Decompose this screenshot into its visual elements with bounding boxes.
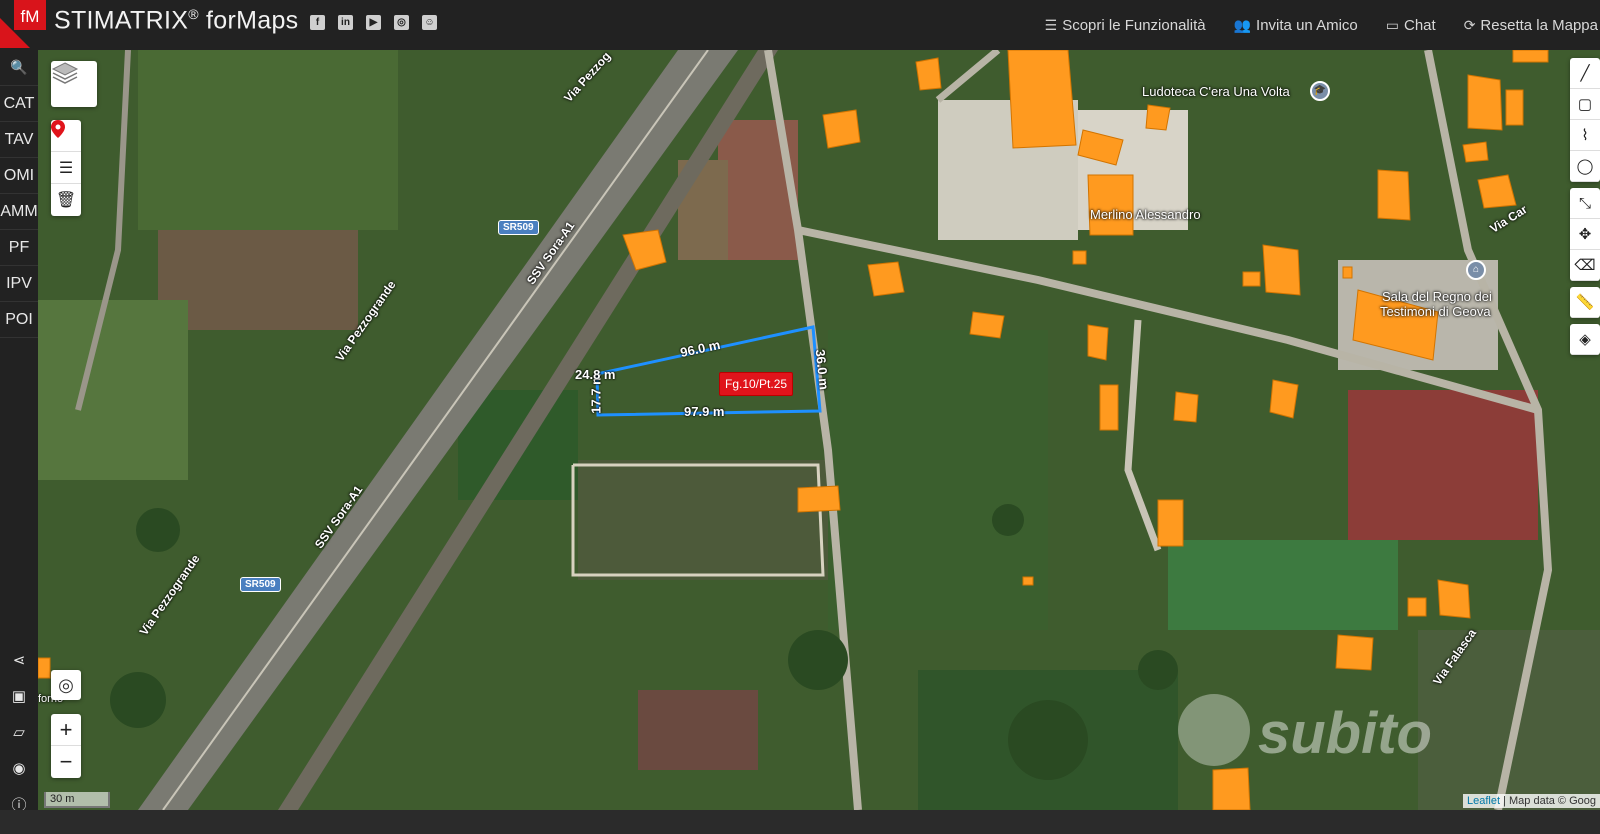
paint-bucket-icon[interactable]: ◈ — [1570, 324, 1600, 355]
draw-polyline-icon[interactable]: ⌇ — [1570, 120, 1600, 151]
reset-map-link[interactable]: ⟳ Resetta la Mappa — [1464, 17, 1598, 34]
reset-label: Resetta la Mappa — [1480, 16, 1598, 34]
sidebar-item-amm[interactable]: AMM — [0, 194, 38, 230]
facebook-icon[interactable]: f — [310, 15, 325, 30]
trash-icon: 🗑 — [55, 192, 77, 209]
zoom-in-button[interactable]: + — [51, 714, 81, 746]
invite-label: Invita un Amico — [1256, 16, 1358, 34]
attribution-text: | Map data © Goog — [1500, 795, 1596, 807]
subito-watermark-icon — [1178, 694, 1250, 766]
place-label-ludoteca: Ludoteca C'era Una Volta — [1142, 84, 1290, 99]
draw-toolbar: ╱ ▢ ⌇ ◯ ⤡ ✥ ⌫ 📏 ◈ — [1570, 58, 1600, 361]
dimension-bottom: 97.9 m — [684, 404, 725, 419]
worship-poi-icon[interactable]: ⌂ — [1466, 260, 1486, 280]
zoom-out-button[interactable]: − — [51, 746, 81, 778]
zoom-control: + − — [51, 714, 81, 778]
folder-icon[interactable]: ▱ — [0, 714, 38, 750]
draw-circle-icon[interactable]: ◯ — [1570, 151, 1600, 182]
ruler-icon[interactable]: 📏 — [1570, 287, 1600, 318]
search-icon[interactable]: 🔍 — [0, 50, 38, 86]
place-label-regno-1: Sala del Regno dei — [1382, 289, 1492, 304]
settings-icon[interactable]: ☺ — [422, 15, 437, 30]
place-label-regno-2: Testimoni di Geova — [1380, 304, 1491, 319]
draw-rectangle-icon[interactable]: ▢ — [1570, 89, 1600, 120]
brand-reg: ® — [188, 6, 199, 22]
linkedin-icon[interactable]: in — [338, 15, 353, 30]
road-shield-sr509-2: SR509 — [240, 577, 281, 592]
sidebar-item-poi[interactable]: POI — [0, 302, 38, 338]
satellite-map[interactable]: Ludoteca C'era Una Volta 🎓 Merlino Aless… — [38, 50, 1600, 810]
list-icon: ☰ — [1044, 16, 1058, 33]
watermark: subito — [1258, 701, 1432, 766]
place-label-merlino: Merlino Alessandro — [1090, 207, 1201, 222]
delete-button[interactable]: 🗑 — [51, 184, 81, 216]
dimension-short: 24.8 m — [575, 367, 616, 382]
scale-bar: 30 m — [44, 792, 110, 808]
road-shield-sr509-1: SR509 — [498, 220, 539, 235]
map-tool-stack: ☰ 🗑 — [51, 120, 81, 216]
invite-friend-link[interactable]: 👥 Invita un Amico — [1234, 17, 1358, 34]
bottom-strip — [0, 810, 1600, 834]
chat-label: Chat — [1404, 16, 1436, 34]
move-icon[interactable]: ✥ — [1570, 219, 1600, 250]
stimatrix-logo[interactable]: fM — [0, 0, 48, 48]
marker-button[interactable] — [51, 120, 81, 152]
leaflet-link[interactable]: Leaflet — [1467, 795, 1500, 807]
sidebar-item-pf[interactable]: PF — [0, 230, 38, 266]
app-title: STIMATRIX® forMaps — [54, 6, 298, 35]
map-pin-icon — [51, 120, 65, 138]
list-icon: ☰ — [58, 159, 74, 177]
layers-icon — [51, 62, 79, 84]
save-icon[interactable]: ▣ — [0, 678, 38, 714]
features-label: Scopri le Funzionalità — [1062, 16, 1206, 34]
eraser-icon[interactable]: ⌫ — [1570, 250, 1600, 281]
instagram-icon[interactable]: ◎ — [394, 15, 409, 30]
social-links: f in ▶ ◎ ☺ — [310, 15, 437, 30]
sidebar-item-cat[interactable]: CAT — [0, 86, 38, 122]
top-bar: fM STIMATRIX® forMaps f in ▶ ◎ ☺ ☰ Scopri… — [0, 0, 1600, 50]
edit-vertex-icon[interactable]: ⤡ — [1570, 188, 1600, 219]
users-icon: 👥 — [1233, 16, 1252, 33]
refresh-icon: ⟳ — [1463, 16, 1476, 33]
map-attribution: Leaflet | Map data © Goog — [1463, 794, 1600, 808]
list-button[interactable]: ☰ — [51, 152, 81, 184]
features-link[interactable]: ☰ Scopri le Funzionalità — [1045, 17, 1206, 34]
top-nav: ☰ Scopri le Funzionalità 👥 Invita un Amico… — [1045, 0, 1600, 50]
chat-icon: ▭ — [1385, 16, 1399, 33]
youtube-icon[interactable]: ▶ — [366, 15, 381, 30]
brand-name: STIMATRIX — [54, 6, 189, 35]
left-sidebar: 🔍 CAT TAV OMI AMM PF IPV POI ⋖ ▣ ▱ ◉ ⓘ — [0, 50, 38, 834]
draw-line-icon[interactable]: ╱ — [1570, 58, 1600, 89]
eye-icon[interactable]: ◉ — [0, 750, 38, 786]
layers-button[interactable] — [51, 61, 97, 107]
education-poi-icon[interactable]: 🎓 — [1310, 81, 1330, 101]
sidebar-item-omi[interactable]: OMI — [0, 158, 38, 194]
map-imagery — [38, 50, 1600, 810]
locate-button[interactable]: ◎ — [51, 670, 81, 700]
logo-text: fM — [21, 7, 40, 26]
brand-suffix: forMaps — [198, 6, 299, 35]
sidebar-item-ipv[interactable]: IPV — [0, 266, 38, 302]
share-icon[interactable]: ⋖ — [0, 642, 38, 678]
chat-link[interactable]: ▭ Chat — [1386, 17, 1436, 34]
locate-icon: ◎ — [58, 674, 74, 695]
sidebar-item-tav[interactable]: TAV — [0, 122, 38, 158]
parcel-label[interactable]: Fg.10/Pt.25 — [719, 372, 794, 396]
